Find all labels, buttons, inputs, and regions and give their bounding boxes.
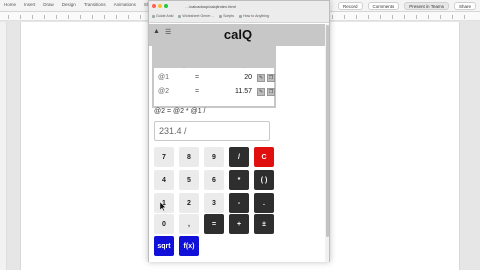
clear-key[interactable]: C [254,147,274,167]
key-8[interactable]: 8 [179,147,199,167]
vertical-ruler [0,22,7,270]
sqrt-key[interactable]: sqrt [154,236,174,256]
result-row: @2 = 11.57 ✎ ❐ [158,88,276,97]
mouse-cursor-icon [160,202,166,211]
decimal-key[interactable]: . [254,193,274,213]
calculator-input[interactable]: 231.4 / [154,121,270,141]
bookmark-item[interactable]: Guide Anki [152,14,173,18]
key-6[interactable]: 6 [204,170,224,190]
key-7[interactable]: 7 [154,147,174,167]
maximize-window-icon[interactable] [164,4,168,8]
host-menu-item[interactable]: Draw [43,2,54,7]
bookmark-item[interactable]: Worksheet Gener… [178,14,214,18]
variable-name: @1 [158,74,169,81]
close-window-icon[interactable] [152,4,156,8]
key-2[interactable]: 2 [179,193,199,213]
calq-page: ▲ ☰ calQ @1 = 20 ✎ ❐ @2 = 11.57 ✎ ❐ @2 =… [149,24,329,262]
variable-name: @2 [158,88,169,95]
share-button[interactable]: Share [453,2,476,10]
equals-sign: = [195,88,200,95]
bookmarks-bar: Guide Anki Worksheet Gener… Scripts How … [152,14,269,18]
host-menu: Home Insert Draw Design Transitions Anim… [4,2,148,7]
key-0[interactable]: 0 [154,214,174,234]
add-key[interactable]: + [229,214,249,234]
app-header: ▲ ☰ calQ [149,24,327,46]
host-menu-item[interactable]: Animations [114,2,136,7]
copy-icon[interactable]: ❐ [267,88,275,96]
parentheses-key[interactable]: ( ) [254,170,274,190]
page-scrollbar[interactable] [325,24,329,262]
function-key[interactable]: f(x) [179,236,199,256]
key-9[interactable]: 9 [204,147,224,167]
host-actions: Record Comments Present in Teams Share [338,2,476,10]
edit-icon[interactable]: ✎ [257,88,265,96]
multiply-key[interactable]: * [229,170,249,190]
edit-icon[interactable]: ✎ [257,74,265,82]
minimize-window-icon[interactable] [158,4,162,8]
comma-key[interactable]: , [179,214,199,234]
host-menu-item[interactable]: Insert [24,2,35,7]
equals-key[interactable]: = [204,214,224,234]
expression-preview: @2 = @2 * @1 / [154,108,206,115]
host-menu-item[interactable]: Design [62,2,76,7]
app-title: calQ [223,27,253,42]
window-controls [152,4,168,8]
key-4[interactable]: 4 [154,170,174,190]
bookmark-item[interactable]: Scripts [219,14,234,18]
record-button[interactable]: Record [338,2,363,10]
browser-toolbar: …/calcadosp/calqlindex.html Guide Anki W… [149,1,329,23]
plus-minus-key[interactable]: ± [254,214,274,234]
results-panel: @1 = 20 ✎ ❐ @2 = 11.57 ✎ ❐ [152,68,276,108]
subtract-key[interactable]: - [229,193,249,213]
comments-button[interactable]: Comments [367,2,400,10]
variable-value: 11.57 [235,88,252,95]
copy-icon[interactable]: ❐ [267,74,275,82]
present-in-teams-button[interactable]: Present in Teams [404,2,449,10]
equals-sign: = [195,74,200,81]
host-menu-item[interactable]: Home [4,2,16,7]
key-3[interactable]: 3 [204,193,224,213]
variable-value: 20 [244,74,252,81]
divide-key[interactable]: / [229,147,249,167]
host-menu-item[interactable]: Transitions [84,2,106,7]
browser-window: …/calcadosp/calqlindex.html Guide Anki W… [148,0,330,262]
address-bar[interactable]: …/calcadosp/calqlindex.html [185,3,325,10]
bookmark-item[interactable]: How to Anything [239,14,269,18]
key-5[interactable]: 5 [179,170,199,190]
result-row: @1 = 20 ✎ ❐ [158,74,276,83]
